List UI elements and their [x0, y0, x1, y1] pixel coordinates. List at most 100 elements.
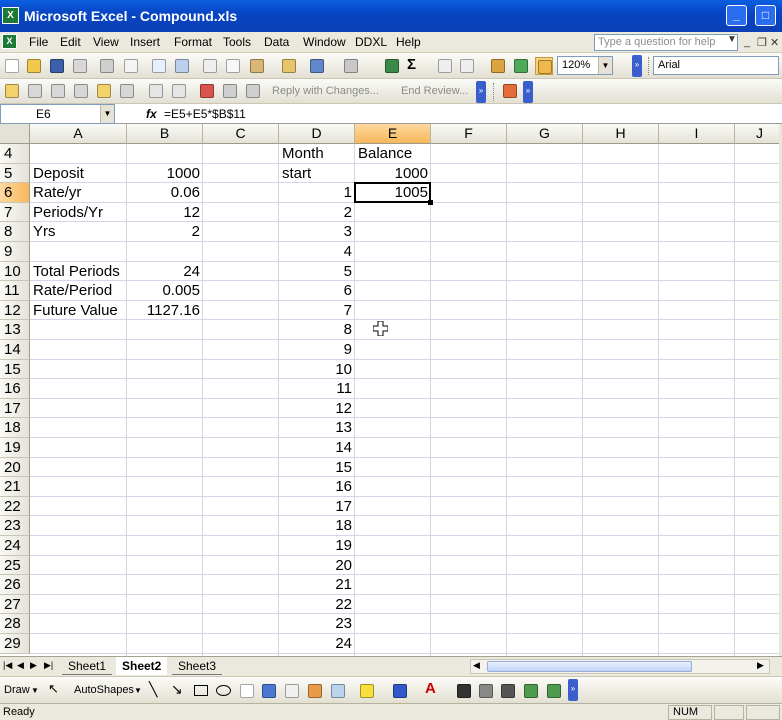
row-header-21[interactable]: 21 [0, 477, 30, 497]
row-header-11[interactable]: 11 [0, 281, 30, 301]
review-icon-4[interactable] [72, 82, 90, 100]
line-style-icon[interactable] [455, 682, 473, 700]
menu-ddxl[interactable]: DDXL [355, 35, 387, 49]
cell-d13[interactable]: 8 [279, 320, 355, 339]
tab-sheet2[interactable]: Sheet2 [116, 657, 168, 675]
row-header-29[interactable]: 29 [0, 634, 30, 654]
cell-d9[interactable]: 4 [279, 242, 355, 261]
cell-d7[interactable]: 2 [279, 203, 355, 222]
cell-d27[interactable]: 22 [279, 595, 355, 614]
cell-d18[interactable]: 13 [279, 418, 355, 437]
cell-e5[interactable]: 1000 [355, 164, 431, 183]
ddxl-icon[interactable] [535, 57, 553, 75]
spelling-icon[interactable] [150, 57, 168, 75]
toolbar-grip[interactable] [648, 57, 651, 75]
row-header-24[interactable]: 24 [0, 536, 30, 556]
open-icon[interactable] [25, 57, 43, 75]
review-icon-3[interactable] [49, 82, 67, 100]
column-header-a[interactable]: A [30, 124, 127, 144]
column-header-c[interactable]: C [203, 124, 279, 144]
new-comment-icon[interactable] [3, 82, 21, 100]
row-header-16[interactable]: 16 [0, 379, 30, 399]
cell-d16[interactable]: 11 [279, 379, 355, 398]
redo-icon[interactable] [342, 57, 360, 75]
menu-view[interactable]: View [93, 35, 119, 49]
row-header-19[interactable]: 19 [0, 438, 30, 458]
save-icon[interactable] [48, 57, 66, 75]
formula-input[interactable]: =E5+E5*$B$11 [164, 107, 246, 121]
workbook-icon[interactable]: X [2, 34, 17, 49]
menu-help[interactable]: Help [396, 35, 421, 49]
scroll-left-icon[interactable]: ◀ [473, 660, 480, 671]
row-header-20[interactable]: 20 [0, 457, 30, 478]
first-sheet-icon[interactable]: |◀ [3, 660, 12, 671]
select-objects-icon[interactable]: ↖ [48, 681, 59, 697]
undo-icon[interactable] [308, 57, 326, 75]
fill-handle[interactable] [428, 199, 433, 205]
column-header-f[interactable]: F [431, 124, 507, 144]
scroll-right-icon[interactable]: ▶ [757, 660, 764, 671]
row-header-14[interactable]: 14 [0, 340, 30, 360]
row-header-27[interactable]: 27 [0, 594, 30, 615]
draw-menu-button[interactable]: Draw [4, 684, 30, 696]
sort-ascending-icon[interactable] [436, 57, 454, 75]
column-header-d[interactable]: D [279, 124, 355, 144]
clipart-icon[interactable] [306, 682, 324, 700]
review-icon-2[interactable] [26, 82, 44, 100]
column-header-g[interactable]: G [507, 124, 583, 144]
end-review-button[interactable]: End Review... [401, 85, 468, 97]
prev-sheet-icon[interactable]: ◀ [17, 660, 24, 671]
column-header-h[interactable]: H [583, 124, 659, 144]
cell-b5[interactable]: 1000 [127, 164, 203, 183]
cell-d23[interactable]: 18 [279, 516, 355, 535]
row-header-4[interactable]: 4 [0, 144, 30, 164]
zoom-select[interactable]: 120% ▼ [557, 56, 613, 75]
row-header-17[interactable]: 17 [0, 398, 30, 419]
drawing-options-icon[interactable]: » [568, 679, 578, 701]
arrow-style-icon[interactable] [499, 682, 517, 700]
cell-d5[interactable]: start [279, 164, 355, 183]
sort-descending-icon[interactable] [458, 57, 476, 75]
cell-d10[interactable]: 5 [279, 262, 355, 281]
3d-style-icon[interactable] [545, 682, 563, 700]
arrow-icon[interactable]: ↘ [171, 681, 183, 698]
wordart-icon[interactable] [260, 682, 278, 700]
format-painter-icon[interactable] [280, 57, 298, 75]
cell-e4[interactable]: Balance [355, 144, 431, 163]
column-header-b[interactable]: B [127, 124, 203, 144]
copy-icon[interactable] [224, 57, 242, 75]
review-options-icon[interactable]: » [476, 81, 486, 103]
reply-with-changes-button[interactable]: Reply with Changes... [272, 85, 379, 97]
font-select[interactable]: Arial [653, 56, 779, 75]
cell-d26[interactable]: 21 [279, 575, 355, 594]
cell-d14[interactable]: 9 [279, 340, 355, 359]
cell-b7[interactable]: 12 [127, 203, 203, 222]
review-icon-9[interactable] [198, 82, 216, 100]
drawing-icon[interactable] [512, 57, 530, 75]
last-sheet-icon[interactable]: ▶| [44, 660, 53, 671]
cell-b10[interactable]: 24 [127, 262, 203, 281]
cell-b11[interactable]: 0.005 [127, 281, 203, 300]
mdi-minimize-icon[interactable]: _ [744, 36, 750, 48]
row-header-7[interactable]: 7 [0, 202, 30, 223]
cell-d29[interactable]: 24 [279, 634, 355, 653]
horizontal-scroll-thumb[interactable] [487, 661, 692, 672]
cut-icon[interactable] [201, 57, 219, 75]
menu-tools[interactable]: Tools [223, 35, 251, 49]
row-header-23[interactable]: 23 [0, 516, 30, 536]
menu-format[interactable]: Format [174, 35, 212, 49]
row-header-10[interactable]: 10 [0, 261, 30, 282]
chevron-down-icon[interactable]: ▼ [100, 105, 114, 123]
insert-function-icon[interactable]: fx [146, 107, 157, 121]
autoshapes-menu-button[interactable]: AutoShapes [74, 684, 134, 696]
cell-d11[interactable]: 6 [279, 281, 355, 300]
review-icon-11[interactable] [244, 82, 262, 100]
toolbar-options-icon[interactable]: » [632, 55, 642, 77]
rectangle-icon[interactable] [194, 685, 208, 696]
row-header-8[interactable]: 8 [0, 222, 30, 242]
cell-d17[interactable]: 12 [279, 399, 355, 418]
active-cell-border[interactable] [354, 182, 431, 203]
print-preview-icon[interactable] [122, 57, 140, 75]
chart-wizard-icon[interactable] [489, 57, 507, 75]
review-icon-7[interactable] [147, 82, 165, 100]
